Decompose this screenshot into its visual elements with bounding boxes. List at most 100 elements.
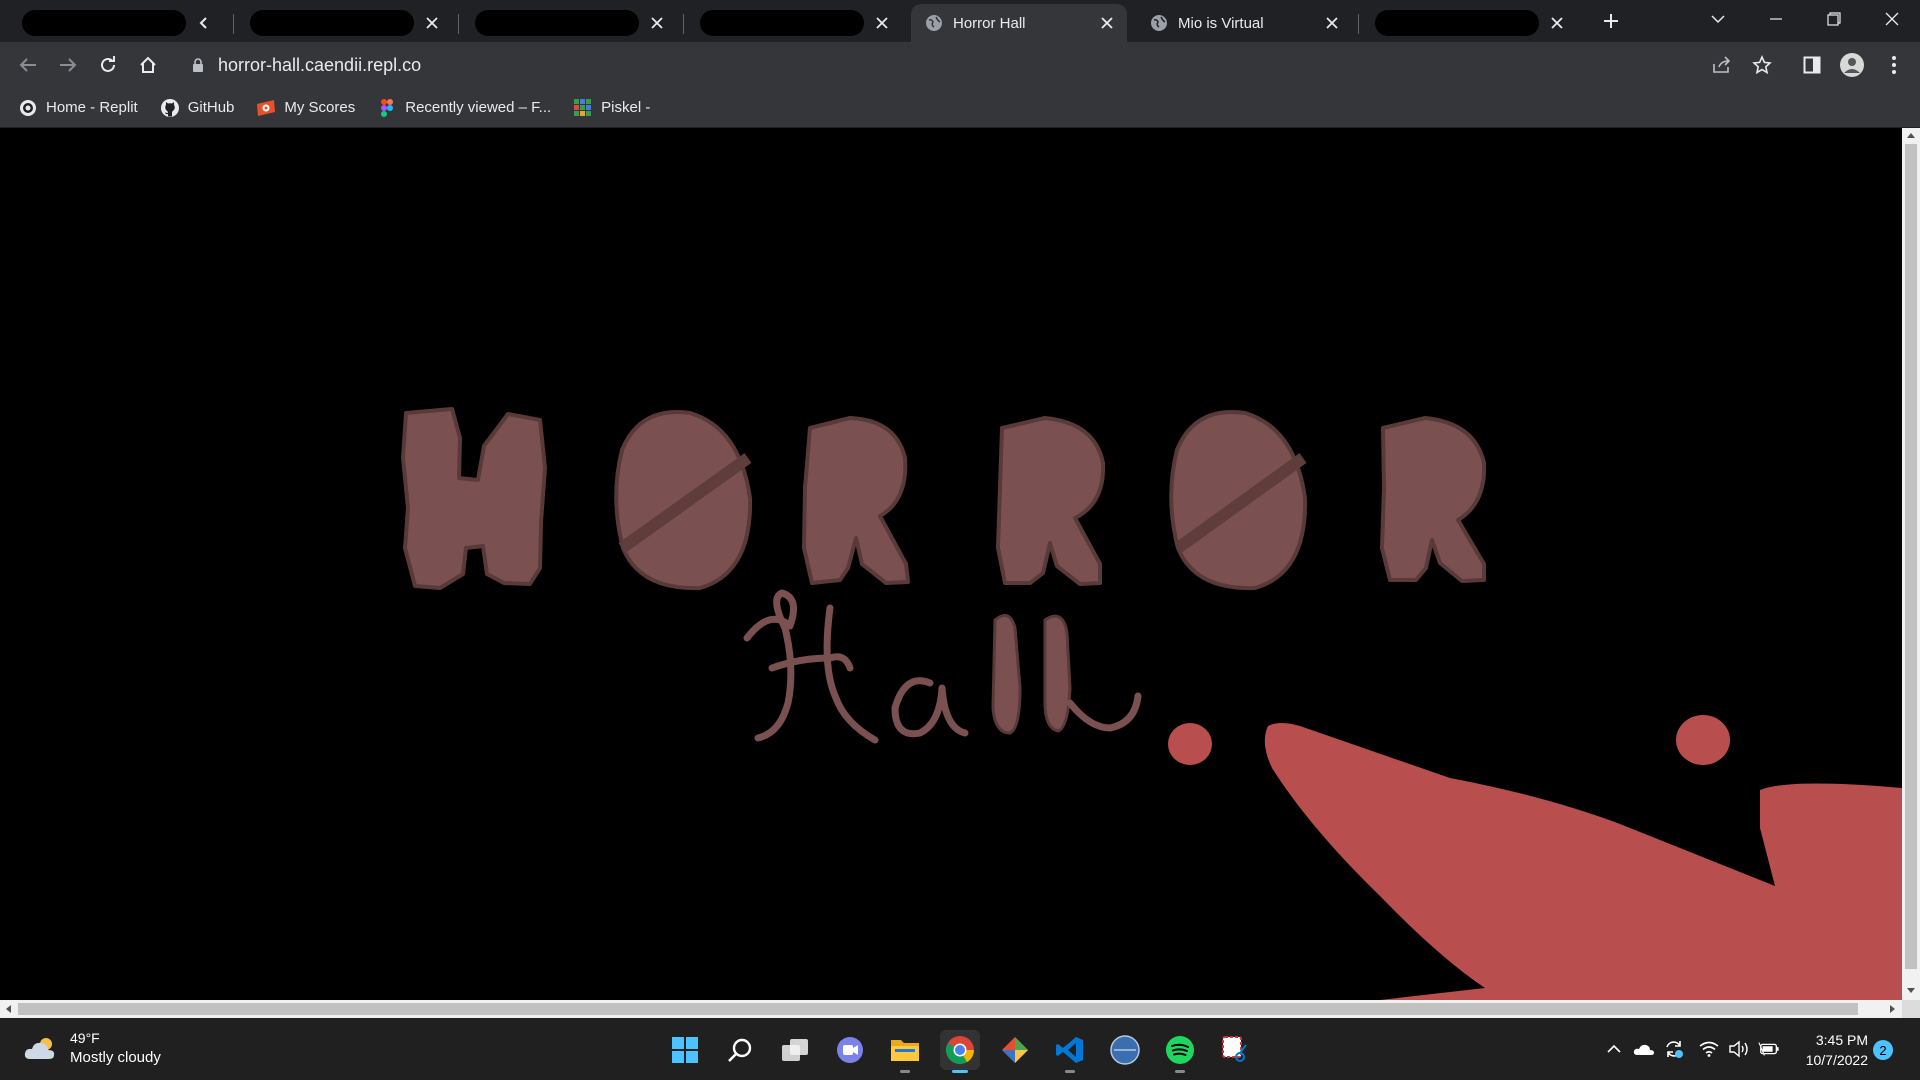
browser-toolbar: horror-hall.caendii.repl.co (0, 42, 1920, 88)
scroll-left-icon[interactable] (6, 1005, 11, 1013)
spotify-icon (1166, 1036, 1194, 1064)
side-panel-button[interactable] (1796, 49, 1828, 81)
tab-title: Horror Hall (953, 14, 1026, 32)
bookmark-my-scores[interactable]: My Scores (256, 93, 355, 123)
tab-search-button[interactable] (1690, 0, 1746, 38)
app-button[interactable] (1105, 1030, 1145, 1070)
horizontal-scrollbar[interactable] (0, 1000, 1902, 1018)
close-icon[interactable] (872, 13, 892, 33)
more-vert-icon (1892, 56, 1896, 74)
tab-separator (458, 14, 459, 34)
reload-icon (101, 56, 115, 72)
forward-button[interactable] (52, 49, 84, 81)
logo-letter-h (401, 407, 547, 590)
clock[interactable]: 3:45 PM 10/7/2022 (1796, 1030, 1868, 1070)
chrome-button[interactable] (940, 1030, 980, 1073)
search-icon (728, 1038, 752, 1062)
clock-date: 10/7/2022 (1805, 1052, 1868, 1068)
logo-script-h (743, 589, 879, 744)
app-icon (1110, 1035, 1140, 1065)
close-icon[interactable] (1322, 13, 1342, 33)
file-explorer-button[interactable] (885, 1030, 925, 1073)
volume-button[interactable] (1728, 1038, 1750, 1060)
close-icon[interactable] (422, 13, 442, 33)
logo-script-l (991, 614, 1022, 735)
new-tab-button[interactable] (1596, 6, 1626, 36)
close-icon[interactable] (1097, 13, 1117, 33)
snipping-tool-button[interactable] (1215, 1030, 1255, 1070)
bookmark-figma[interactable]: Recently viewed – F... (377, 93, 551, 123)
close-icon[interactable] (1547, 13, 1567, 33)
search-button[interactable] (720, 1030, 760, 1070)
reload-button[interactable] (92, 49, 124, 81)
bookmark-star-button[interactable] (1746, 49, 1778, 81)
task-view-icon (782, 1039, 808, 1061)
task-view-button[interactable] (775, 1030, 815, 1070)
scroll-down-icon[interactable] (1907, 988, 1915, 993)
tab-title: Mio is Virtual (1178, 14, 1264, 32)
chrome-menu-button[interactable] (1878, 49, 1910, 81)
tab-horror-hall[interactable]: Horror Hall (911, 4, 1127, 42)
tab-mio-is-virtual[interactable]: Mio is Virtual (1136, 4, 1352, 42)
screen: Horror Hall Mio is Virtual horror-hall.c… (0, 0, 1920, 1080)
blood-drop (1168, 723, 1212, 765)
blood-drop (1676, 715, 1730, 765)
spotify-button[interactable] (1160, 1030, 1200, 1073)
logo-script-a (891, 677, 969, 738)
start-icon (672, 1037, 698, 1063)
git-button[interactable] (995, 1030, 1035, 1070)
tab-redacted-5[interactable] (1361, 4, 1577, 42)
scores-icon (256, 98, 276, 118)
minimize-button[interactable] (1748, 0, 1804, 38)
weather-widget[interactable]: 49°F Mostly cloudy (24, 1029, 161, 1067)
share-button[interactable] (1706, 49, 1738, 81)
close-window-button[interactable] (1864, 0, 1920, 38)
home-button[interactable] (132, 49, 164, 81)
show-hidden-icons-button[interactable] (1603, 1038, 1625, 1060)
profile-button[interactable] (1836, 49, 1868, 81)
logo-script-l (1043, 614, 1072, 733)
lock-icon (193, 57, 203, 72)
figma-icon (377, 98, 397, 118)
bookmark-github[interactable]: GitHub (160, 93, 235, 123)
onedrive-icon (1633, 1044, 1654, 1055)
page-viewport (0, 128, 1902, 1000)
weather-temp: 49°F (70, 1030, 100, 1046)
wifi-icon (1699, 1041, 1719, 1057)
vertical-scroll-thumb[interactable] (1905, 144, 1917, 969)
chevron-left-icon[interactable] (194, 13, 214, 33)
onedrive-button[interactable] (1633, 1038, 1655, 1060)
address-bar[interactable]: horror-hall.caendii.repl.co (178, 47, 1733, 83)
chat-button[interactable] (830, 1030, 870, 1070)
tab-redacted-2[interactable] (236, 4, 452, 42)
scroll-up-icon[interactable] (1907, 133, 1915, 138)
bookmark-label: Home - Replit (46, 99, 138, 116)
avatar (1840, 53, 1864, 77)
chat-icon (837, 1037, 863, 1063)
battery-button[interactable] (1758, 1038, 1780, 1060)
url-text: horror-hall.caendii.repl.co (218, 54, 422, 75)
tab-redacted-1[interactable] (8, 4, 224, 42)
bookmark-label: Recently viewed – F... (405, 99, 552, 116)
close-icon[interactable] (647, 13, 667, 33)
vscode-button[interactable] (1050, 1030, 1090, 1073)
vscode-icon (1056, 1037, 1083, 1063)
bookmark-home-replit[interactable]: Home - Replit (18, 93, 138, 123)
start-button[interactable] (665, 1030, 705, 1070)
tab-redacted-4[interactable] (686, 4, 902, 42)
wifi-button[interactable] (1698, 1038, 1720, 1060)
vertical-scrollbar[interactable] (1902, 128, 1920, 1000)
back-button[interactable] (12, 49, 44, 81)
running-indicator (1065, 1070, 1075, 1073)
bookmark-piskel[interactable]: Piskel - (573, 93, 650, 123)
restore-button[interactable] (1806, 0, 1862, 38)
scroll-right-icon[interactable] (1890, 1005, 1895, 1013)
sync-button[interactable] (1663, 1038, 1685, 1060)
volume-icon (1729, 1040, 1748, 1058)
running-indicator (900, 1070, 910, 1073)
horizontal-scroll-thumb[interactable] (18, 1003, 1858, 1015)
tab-redacted-3[interactable] (461, 4, 677, 42)
running-indicator (1175, 1070, 1185, 1073)
bookmark-label: GitHub (187, 99, 235, 116)
notification-badge[interactable]: 2 (1873, 1040, 1893, 1060)
